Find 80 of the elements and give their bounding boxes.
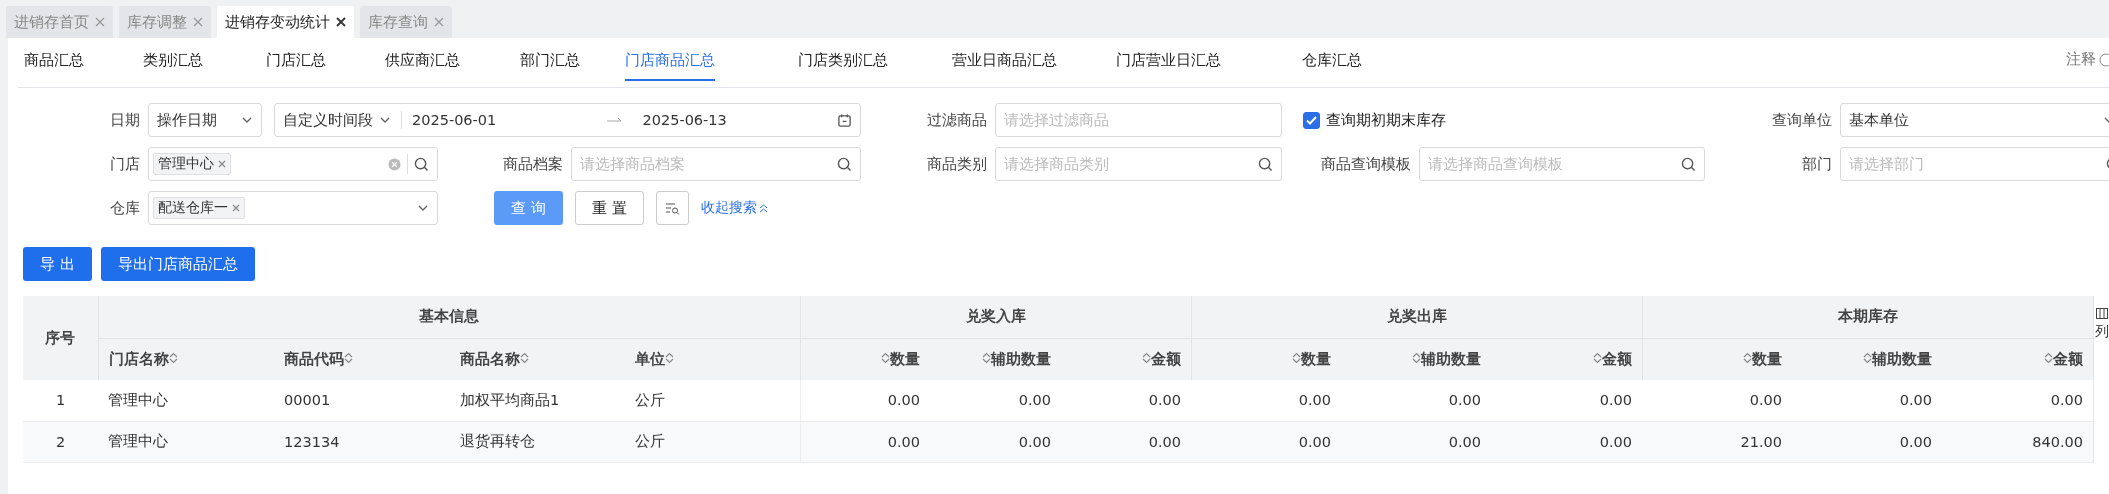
stock-checkbox[interactable]: 查询期初期末库存 (1303, 110, 1446, 130)
warehouse-field[interactable]: 配送仓库一 (148, 191, 438, 225)
export-button[interactable]: 导出门店商品汇总 (100, 247, 255, 281)
table-cell: 公斤 (625, 380, 800, 421)
column-group-header: 兑奖入库 (800, 296, 1191, 338)
field-label: 部门 (1801, 154, 1833, 174)
field-label: 仓库 (109, 198, 141, 218)
table-cell: 0.00 (1942, 380, 2093, 421)
column-header: 门店名称 (98, 338, 274, 380)
table-cell: 管理中心 (98, 380, 274, 421)
report-tab[interactable]: 部门汇总 (520, 51, 580, 81)
table-cell: 管理中心 (98, 421, 274, 462)
table-cell: 0.00 (1191, 380, 1341, 421)
column-group-header: 基本信息 (98, 296, 800, 338)
page-tab[interactable]: 进销存变动统计 (217, 6, 354, 38)
report-tab[interactable]: 门店商品汇总 (625, 51, 715, 81)
table-cell: 0.00 (1061, 380, 1191, 421)
table-cell: 0.00 (1792, 421, 1942, 462)
table-cell: 退货再转仓 (450, 421, 625, 462)
date-range-field[interactable]: 自定义时间段 2025-06-01 2025-06-13 (274, 103, 861, 137)
unit-select[interactable]: 基本单位 (1840, 103, 2109, 137)
table-cell: 0.00 (930, 380, 1061, 421)
column-settings-button[interactable]: 列 (2094, 308, 2109, 341)
column-header: 金额 (1942, 338, 2093, 380)
report-tab[interactable]: 商品汇总 (24, 51, 84, 81)
column-group-header: 本期库存 (1642, 296, 2093, 338)
column-header: 金额 (1491, 338, 1642, 380)
table-cell: 21.00 (1642, 421, 1792, 462)
column-header: 商品代码 (274, 338, 450, 380)
export-button[interactable]: 导 出 (23, 247, 92, 281)
column-header: 数量 (1191, 338, 1341, 380)
table-cell: 0.00 (800, 380, 930, 421)
field-label: 商品类别 (926, 154, 988, 174)
table-cell: 0.00 (800, 421, 930, 462)
field-label: 查询单位 (1771, 110, 1833, 130)
report-tab[interactable]: 仓库汇总 (1302, 51, 1362, 81)
field-label: 商品档案 (502, 154, 564, 174)
column-header: 数量 (1642, 338, 1792, 380)
column-group-header: 兑奖出库 (1191, 296, 1642, 338)
report-tab[interactable]: 类别汇总 (143, 51, 203, 81)
table-cell: 0.00 (1341, 421, 1491, 462)
column-header: 序号 (23, 296, 98, 380)
field-label: 门店 (109, 154, 141, 174)
table-cell: 加权平均商品1 (450, 380, 625, 421)
table-cell: 123134 (274, 421, 450, 462)
date-type-select[interactable]: 操作日期 (148, 103, 262, 137)
table-cell: 0.00 (1191, 421, 1341, 462)
table-cell: 0.00 (1642, 380, 1792, 421)
store-field[interactable]: 管理中心 (148, 147, 438, 181)
selected-tag: 管理中心 (153, 153, 231, 175)
report-tab[interactable]: 门店类别汇总 (798, 51, 888, 81)
reset-button[interactable]: 重 置 (574, 191, 644, 225)
table-cell: 0.00 (1491, 421, 1642, 462)
report-tab[interactable]: 营业日商品汇总 (952, 51, 1057, 81)
table-cell: 0.00 (1061, 421, 1191, 462)
table-cell: 0.00 (1341, 380, 1491, 421)
report-tab[interactable]: 门店汇总 (266, 51, 326, 81)
table-cell: 0.00 (1792, 380, 1942, 421)
column-header: 辅助数量 (1341, 338, 1491, 380)
field-label: 商品查询模板 (1320, 154, 1412, 174)
field-label: 日期 (109, 110, 141, 130)
selected-tag: 配送仓库一 (153, 197, 245, 219)
collapse-search-link[interactable]: 收起搜索 (700, 199, 757, 217)
table-cell: 0.00 (1491, 380, 1642, 421)
table-cell: 2 (23, 421, 98, 462)
column-header: 金额 (1061, 338, 1191, 380)
column-header: 辅助数量 (930, 338, 1061, 380)
table-cell: 00001 (274, 380, 450, 421)
column-header: 商品名称 (450, 338, 625, 380)
column-header: 辅助数量 (1792, 338, 1942, 380)
table-cell: 公斤 (625, 421, 800, 462)
column-header: 数量 (800, 338, 930, 380)
table-cell: 1 (23, 380, 98, 421)
table-cell: 0.00 (930, 421, 1061, 462)
field-label: 过滤商品 (926, 110, 988, 130)
help-link[interactable]: 注释 (2066, 50, 2109, 69)
report-tab[interactable]: 门店营业日汇总 (1116, 51, 1221, 81)
table-cell: 840.00 (1942, 421, 2093, 462)
report-tab[interactable]: 供应商汇总 (385, 51, 460, 81)
column-header: 单位 (625, 338, 800, 380)
